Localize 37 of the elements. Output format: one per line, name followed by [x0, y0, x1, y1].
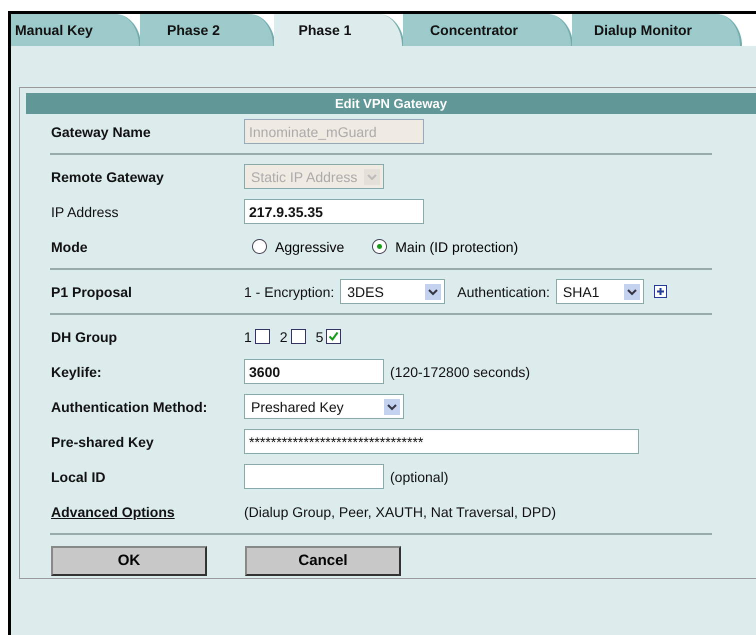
field-label: Gateway Name — [51, 124, 152, 140]
field-label: Authentication Method: — [51, 398, 208, 414]
password-field[interactable]: ******************************** — [244, 429, 639, 454]
dropdown[interactable]: Preshared Key — [244, 394, 404, 419]
hint-text: (120-172800 seconds) — [390, 364, 530, 380]
input-field[interactable]: 3600 — [244, 359, 384, 384]
option-label: Aggressive — [275, 238, 344, 254]
field-label: 1 - Encryption: — [244, 284, 334, 300]
field-label: Authentication: — [457, 284, 550, 300]
field-label: Mode — [51, 238, 89, 254]
form-title: Edit VPN Gateway — [26, 93, 756, 114]
option-label: 5 — [316, 328, 324, 344]
dropdown[interactable]: 3DES — [340, 279, 446, 304]
field-label: Keylife: — [51, 364, 103, 380]
option-label: 2 — [280, 328, 288, 344]
input-field[interactable]: 217.9.35.35 — [244, 199, 424, 224]
tab[interactable]: Dialup Monitor — [572, 14, 742, 46]
option-label: 1 — [244, 328, 252, 344]
hint-text: (optional) — [390, 468, 448, 484]
advanced-options-link[interactable]: Advanced Options — [51, 504, 175, 520]
field-label: DH Group — [51, 328, 118, 344]
tab[interactable]: Phase 1 — [274, 14, 404, 46]
hint-text: (Dialup Group, Peer, XAUTH, Nat Traversal, DPD) — [244, 504, 556, 520]
field-label: Local ID — [51, 468, 106, 484]
option-label: Main (ID protection) — [395, 238, 518, 254]
dropdown[interactable]: SHA1 — [556, 279, 644, 304]
radio-option[interactable]: Aggressive — [252, 238, 344, 254]
form-button[interactable]: Cancel — [245, 546, 401, 576]
field-label: IP Address — [51, 204, 120, 220]
tab[interactable]: Phase 2 — [140, 14, 275, 46]
field-label: P1 Proposal — [51, 284, 133, 300]
tab[interactable]: Concentrator — [403, 14, 573, 46]
field-label: Remote Gateway — [51, 168, 165, 184]
radio-option[interactable]: Main (ID protection) — [372, 238, 518, 254]
form-button[interactable]: OK — [51, 546, 207, 576]
field-label: Pre-shared Key — [51, 434, 155, 450]
tab[interactable]: Manual Key — [11, 14, 141, 46]
